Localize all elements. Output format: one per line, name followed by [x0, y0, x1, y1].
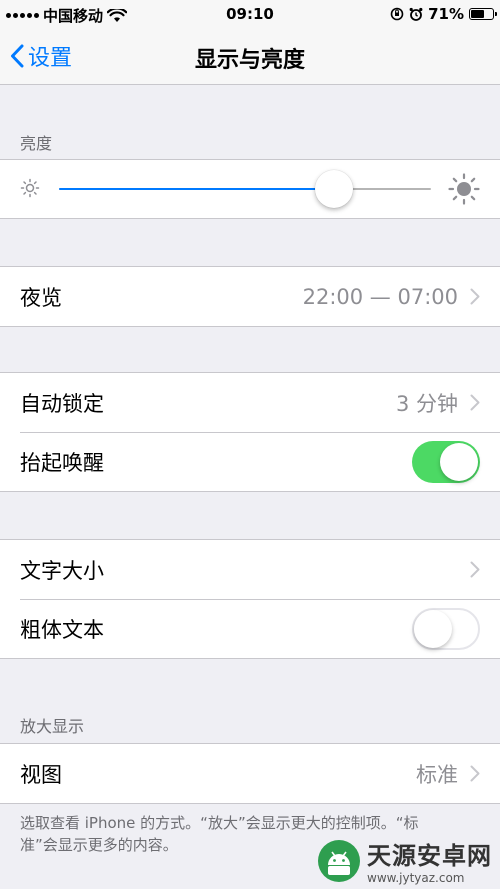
alarm-icon — [409, 7, 423, 21]
bold-text-row: 粗体文本 — [0, 599, 500, 658]
bold-text-label: 粗体文本 — [20, 617, 104, 642]
site-watermark: 天源安卓网 www.jytyaz.com — [317, 836, 492, 885]
brightness-slider-thumb[interactable] — [315, 170, 354, 208]
night-shift-value: 22:00 — 07:00 — [302, 284, 458, 309]
text-size-row[interactable]: 文字大小 — [0, 540, 500, 599]
brightness-slider-row — [0, 160, 500, 218]
brightness-header: 亮度 — [20, 134, 53, 153]
view-label: 视图 — [20, 762, 62, 787]
chevron-right-icon — [470, 288, 480, 305]
night-shift-label: 夜览 — [20, 285, 62, 310]
raise-to-wake-toggle[interactable] — [412, 440, 480, 483]
auto-lock-row[interactable]: 自动锁定 3 分钟 — [0, 373, 500, 432]
brightness-group — [0, 159, 500, 219]
status-bar: 中国移动 09:10 71% — [0, 0, 500, 28]
sun-small-icon — [20, 178, 40, 198]
rotation-lock-icon — [390, 7, 404, 21]
night-shift-group: 夜览 22:00 — 07:00 — [0, 266, 500, 327]
page-title: 显示与亮度 — [194, 48, 305, 73]
view-row[interactable]: 视图 标准 — [0, 744, 500, 803]
chevron-right-icon — [470, 561, 480, 578]
watermark-text: 天源安卓网 www.jytyaz.com — [367, 836, 492, 885]
brightness-slider[interactable] — [59, 170, 431, 208]
toggle-knob — [440, 442, 478, 481]
lock-group: 自动锁定 3 分钟 抬起唤醒 — [0, 372, 500, 492]
auto-lock-label: 自动锁定 — [20, 391, 104, 416]
night-shift-row[interactable]: 夜览 22:00 — 07:00 — [0, 267, 500, 326]
text-group: 文字大小 粗体文本 — [0, 539, 500, 659]
text-size-label: 文字大小 — [20, 558, 104, 583]
auto-lock-value: 3 分钟 — [395, 391, 458, 416]
zoom-header: 放大显示 — [20, 717, 85, 736]
zoom-group: 视图 标准 — [0, 743, 500, 804]
android-logo-icon — [318, 839, 360, 882]
watermark-url: www.jytyaz.com — [367, 871, 465, 885]
watermark-title: 天源安卓网 — [367, 842, 492, 870]
battery-fill — [471, 10, 485, 18]
chevron-right-icon — [470, 765, 480, 782]
navigation-bar: 设置 显示与亮度 — [0, 28, 500, 85]
status-right: 71% — [390, 5, 497, 23]
battery-icon — [469, 8, 497, 20]
chevron-right-icon — [470, 394, 480, 411]
sun-large-icon — [448, 173, 480, 205]
bold-text-toggle[interactable] — [412, 607, 480, 650]
toggle-knob — [414, 609, 452, 648]
brightness-slider-fill — [59, 188, 335, 190]
battery-percent: 71% — [428, 5, 464, 23]
raise-to-wake-label: 抬起唤醒 — [20, 450, 104, 475]
raise-to-wake-row: 抬起唤醒 — [0, 432, 500, 491]
view-value: 标准 — [416, 762, 458, 787]
